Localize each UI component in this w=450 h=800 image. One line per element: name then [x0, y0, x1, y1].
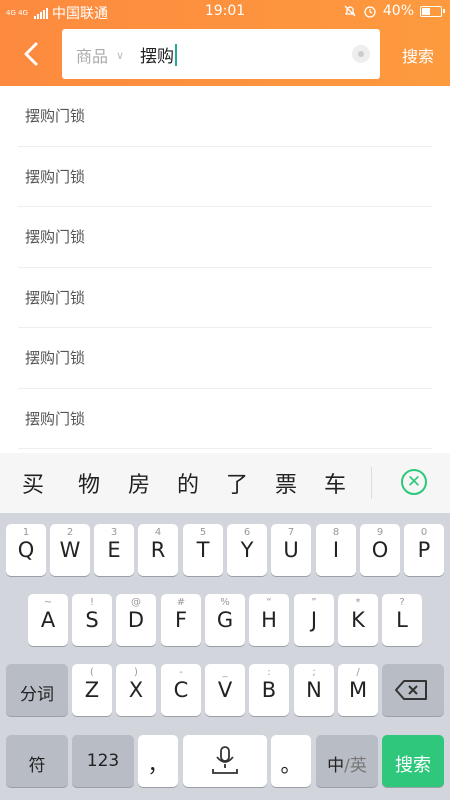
battery-icon: [420, 5, 445, 17]
candidate-word[interactable]: 的: [177, 467, 199, 499]
language-switch-key[interactable]: 中/英: [316, 735, 378, 787]
backspace-key[interactable]: [382, 664, 444, 716]
key-w[interactable]: 2W: [50, 524, 90, 576]
candidate-word[interactable]: 物: [78, 467, 100, 499]
search-input[interactable]: 摆购: [140, 42, 177, 67]
chevron-down-icon: ∨: [116, 48, 125, 62]
candidate-word[interactable]: 票: [275, 467, 297, 499]
key-l[interactable]: ? L: [382, 594, 422, 646]
key-d[interactable]: @ D: [116, 594, 156, 646]
app-header: 4G 4G 中国联通 19:01 40% 商品 ∨ 摆购 搜索: [0, 0, 450, 86]
suggestion-item[interactable]: 摆购门锁: [18, 147, 432, 207]
search-query-text: 摆购: [140, 47, 174, 67]
key-i[interactable]: 8I: [316, 524, 356, 576]
key-g[interactable]: % G: [205, 594, 245, 646]
key-v[interactable]: _ V: [205, 664, 245, 716]
search-button[interactable]: 搜索: [402, 43, 434, 67]
key-n[interactable]: ; N: [294, 664, 334, 716]
suggestion-item[interactable]: 摆购门锁: [18, 268, 432, 328]
space-voice-key[interactable]: [183, 735, 267, 787]
chevron-left-icon: [24, 42, 38, 66]
alarm-icon: [364, 6, 376, 18]
candidate-bar: 买 物 房 的 了 票 车 ✕: [0, 453, 450, 513]
key-x[interactable]: ) X: [116, 664, 156, 716]
microphone-icon: [212, 746, 238, 774]
suggestion-item[interactable]: 摆购门锁: [18, 207, 432, 268]
scope-label: 商品: [76, 47, 109, 66]
key-j[interactable]: ” J: [294, 594, 334, 646]
search-enter-key[interactable]: 搜索: [382, 735, 444, 787]
key-u[interactable]: 7U: [271, 524, 311, 576]
comma-key[interactable]: ，: [138, 735, 178, 787]
numbers-key[interactable]: 123: [72, 735, 134, 787]
close-candidates-icon[interactable]: ✕: [401, 469, 427, 495]
key-r[interactable]: 4R: [138, 524, 178, 576]
key-z[interactable]: (Z: [72, 664, 112, 716]
key-t[interactable]: 5T: [183, 524, 223, 576]
candidate-word[interactable]: 车: [324, 467, 346, 499]
text-caret: [175, 43, 177, 66]
suggestion-item[interactable]: 摆购门锁: [18, 389, 432, 449]
suggestion-list: 摆购门锁 摆购门锁 摆购门锁 摆购门锁 摆购门锁 摆购门锁: [0, 86, 450, 449]
key-s[interactable]: ! S: [72, 594, 112, 646]
back-button[interactable]: [14, 36, 50, 72]
search-box[interactable]: 商品 ∨ 摆购: [62, 29, 380, 79]
key-k[interactable]: * K: [338, 594, 378, 646]
suggestion-item[interactable]: 摆购门锁: [18, 86, 432, 147]
candidate-divider: [371, 467, 372, 499]
segment-key[interactable]: 分词: [6, 664, 68, 716]
key-y[interactable]: 6Y: [227, 524, 267, 576]
key-f[interactable]: # F: [161, 594, 201, 646]
status-bar: 4G 4G 中国联通 19:01 40%: [0, 0, 450, 24]
mute-icon: [344, 5, 356, 17]
key-q[interactable]: 1Q: [6, 524, 46, 576]
key-h[interactable]: “H: [249, 594, 289, 646]
backspace-icon: [395, 680, 427, 700]
clear-input-icon[interactable]: [352, 45, 370, 63]
symbols-key[interactable]: 符: [6, 735, 68, 787]
key-a[interactable]: ~ A: [28, 594, 68, 646]
battery-percent: 40%: [382, 3, 414, 19]
candidate-word[interactable]: 买: [22, 467, 44, 499]
suggestion-item[interactable]: 摆购门锁: [18, 328, 432, 389]
soft-keyboard: 买 物 房 的 了 票 车 ✕ 1Q 2W 3E 4R 5T 6Y 7U 8I …: [0, 453, 450, 800]
key-e[interactable]: 3E: [94, 524, 134, 576]
period-key[interactable]: 。: [271, 735, 311, 787]
search-scope-select[interactable]: 商品 ∨: [76, 43, 124, 67]
key-m[interactable]: / M: [338, 664, 378, 716]
key-o[interactable]: 9O: [360, 524, 400, 576]
candidate-word[interactable]: 了: [226, 467, 248, 499]
key-p[interactable]: 0P: [404, 524, 444, 576]
key-b[interactable]: :B: [249, 664, 289, 716]
key-c[interactable]: -C: [161, 664, 201, 716]
candidate-word[interactable]: 房: [128, 467, 150, 499]
